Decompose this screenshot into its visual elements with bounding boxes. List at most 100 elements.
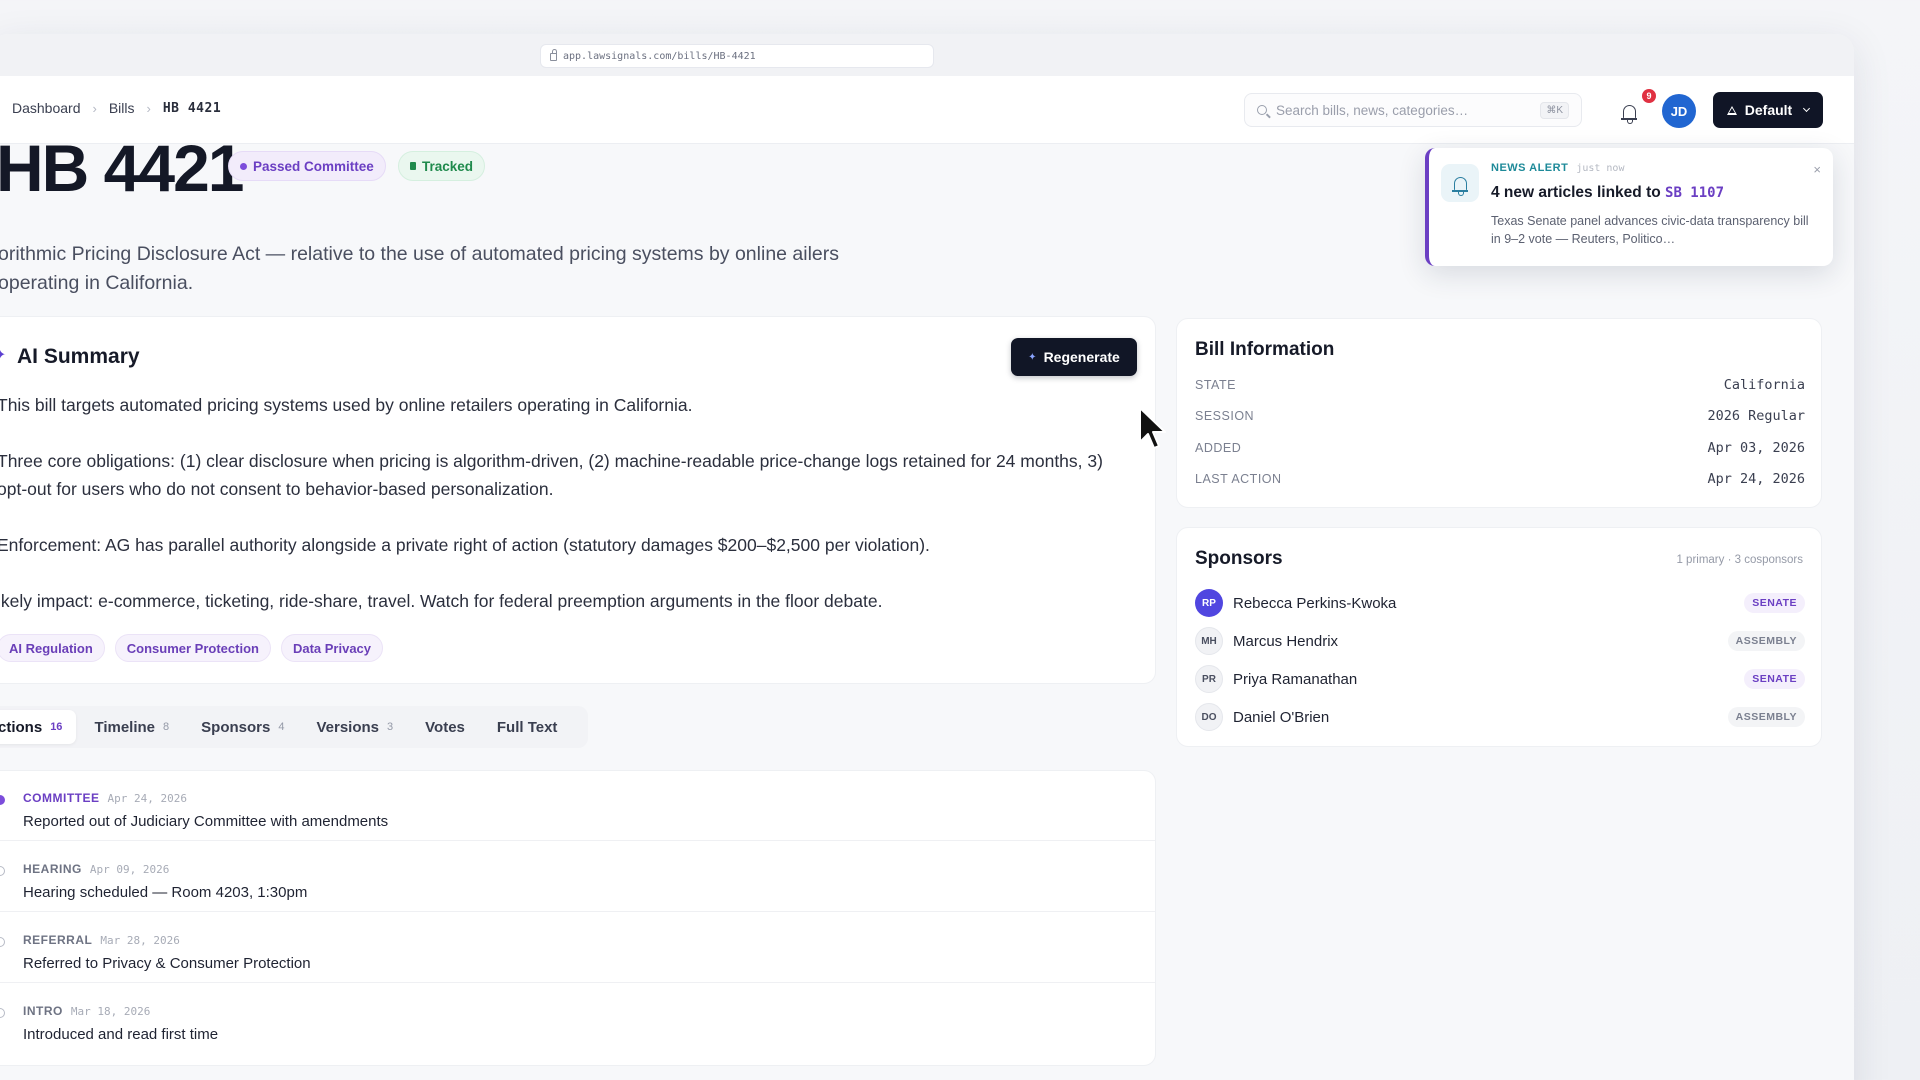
action-text: Referred to Privacy & Consumer Protectio… (23, 955, 311, 972)
address-bar[interactable]: app.lawsignals.com/bills/HB-4421 (540, 44, 934, 68)
chamber-badge: SENATE (1744, 593, 1805, 613)
summary-paragraph: This bill targets automated pricing syst… (0, 395, 693, 415)
tab-label: Full Text (496, 718, 558, 736)
tag-ai-regulation[interactable]: AI Regulation (0, 634, 105, 662)
tab-timeline[interactable]: Timeline 8 (80, 710, 183, 744)
info-row: LAST ACTION Apr 24, 2026 (1195, 471, 1805, 487)
close-icon[interactable]: × (1813, 162, 1821, 177)
url-text: app.lawsignals.com/bills/HB-4421 (563, 50, 756, 62)
list-item[interactable]: HEARING Apr 09, 2026 Hearing scheduled —… (0, 842, 1155, 912)
bell-icon (1620, 104, 1637, 124)
ai-summary-body: This bill targets automated pricing syst… (0, 391, 1127, 643)
tracked-label: Tracked (422, 158, 474, 174)
status-badge: Passed Committee (228, 151, 386, 181)
lock-icon (550, 49, 557, 61)
action-date: Mar 28, 2026 (100, 933, 180, 947)
sponsors-summary: 1 primary · 3 cosponsors (1676, 554, 1803, 566)
regenerate-label: Regenerate (1043, 349, 1120, 365)
summary-paragraph: Enforcement: AG has parallel authority a… (0, 535, 930, 555)
ai-summary-title: AI Summary (17, 345, 140, 368)
sponsor-row[interactable]: MH Marcus Hendrix ASSEMBLY (1195, 626, 1805, 656)
info-row: ADDED Apr 03, 2026 (1195, 440, 1805, 456)
ai-summary-card: AI Summary ✦ Regenerate This bill target… (0, 316, 1156, 684)
sponsor-name: Priya Ramanathan (1233, 670, 1358, 688)
workspace-switcher-button[interactable]: Default (1713, 92, 1823, 128)
sponsor-row[interactable]: RP Rebecca Perkins-Kwoka SENATE (1195, 588, 1805, 618)
actions-list: COMMITTEE Apr 24, 2026 Reported out of J… (0, 770, 1156, 1066)
info-value: Apr 03, 2026 (1707, 440, 1805, 456)
info-value: California (1723, 377, 1805, 393)
sponsor-row[interactable]: DO Daniel O'Brien ASSEMBLY (1195, 702, 1805, 732)
action-date: Apr 09, 2026 (89, 862, 170, 876)
chamber-badge: SENATE (1744, 669, 1805, 689)
news-alert-toast[interactable]: NEWS ALERT just now 4 new articles linke… (1425, 148, 1833, 266)
tab-count: 4 (278, 721, 285, 733)
tab-label: Versions (316, 718, 380, 736)
chamber-badge: ASSEMBLY (1727, 707, 1805, 727)
chevron-right-icon: › (92, 100, 97, 116)
regenerate-button[interactable]: ✦ Regenerate (1011, 338, 1137, 376)
tab-count: 3 (387, 721, 394, 733)
tab-label: ctions (0, 718, 43, 736)
tab-label: Sponsors (201, 718, 271, 736)
toast-title-text: 4 new articles linked to (1491, 184, 1661, 201)
list-item[interactable]: INTRO Mar 18, 2026 Introduced and read f… (0, 984, 1155, 1054)
info-key: ADDED (1195, 441, 1242, 455)
top-bar: Dashboard › Bills › HB 4421 ⌘K 9 JD Defa… (0, 76, 1854, 144)
tab-actions[interactable]: ctions 16 (0, 710, 77, 744)
ai-summary-header: AI Summary (0, 345, 140, 369)
bell-icon (1451, 176, 1468, 196)
sponsor-name: Rebecca Perkins-Kwoka (1233, 594, 1397, 612)
toast-icon-wrap (1441, 164, 1479, 202)
search-icon (1257, 105, 1267, 115)
info-row: SESSION 2026 Regular (1195, 408, 1805, 424)
avatar: DO (1195, 703, 1223, 731)
tab-votes[interactable]: Votes (411, 710, 479, 744)
action-kind: REFERRAL (23, 933, 93, 947)
info-key: SESSION (1195, 409, 1255, 423)
breadcrumb-dashboard[interactable]: Dashboard (12, 100, 81, 116)
detail-tabs: ctions 16 Timeline 8 Sponsors 4 Versions… (0, 706, 588, 748)
info-row: STATE California (1195, 377, 1805, 393)
action-kind: HEARING (23, 862, 82, 876)
bookmark-icon (410, 162, 416, 170)
toast-body: Texas Senate panel advances civic-data t… (1491, 214, 1809, 246)
timeline-dot-icon (0, 795, 5, 805)
list-item[interactable]: COMMITTEE Apr 24, 2026 Reported out of J… (0, 771, 1155, 841)
notifications-button[interactable] (1612, 94, 1646, 128)
action-text: Hearing scheduled — Room 4203, 1:30pm (23, 884, 308, 901)
tab-full-text[interactable]: Full Text (483, 710, 572, 744)
tag-data-privacy[interactable]: Data Privacy (280, 634, 384, 662)
action-text: Reported out of Judiciary Committee with… (23, 813, 389, 830)
sponsor-row[interactable]: PR Priya Ramanathan SENATE (1195, 664, 1805, 694)
toast-time: just now (1576, 162, 1625, 174)
info-key: LAST ACTION (1195, 472, 1282, 486)
action-date: Apr 24, 2026 (107, 791, 187, 805)
bill-information-card: Bill Information STATE California SESSIO… (1176, 318, 1822, 508)
chevron-down-icon (1803, 104, 1811, 113)
bill-information-title: Bill Information (1195, 339, 1335, 360)
tracked-badge[interactable]: Tracked (398, 151, 486, 181)
toast-label: NEWS ALERT just now (1491, 162, 1624, 174)
action-kind: COMMITTEE (23, 791, 100, 805)
breadcrumb-bills[interactable]: Bills (109, 100, 135, 116)
info-value: Apr 24, 2026 (1707, 471, 1805, 487)
tag-consumer-protection[interactable]: Consumer Protection (114, 634, 271, 662)
sponsors-title: Sponsors (1195, 548, 1283, 569)
tab-sponsors[interactable]: Sponsors 4 (187, 710, 298, 744)
timeline-dot-icon (0, 937, 5, 947)
sparkle-icon (0, 345, 9, 365)
search-box[interactable]: ⌘K (1244, 93, 1582, 127)
avatar: MH (1195, 627, 1223, 655)
info-key: STATE (1195, 378, 1236, 392)
toast-bill-link[interactable]: SB 1107 (1665, 185, 1724, 201)
avatar: PR (1195, 665, 1223, 693)
list-item[interactable]: REFERRAL Mar 28, 2026 Referred to Privac… (0, 913, 1155, 983)
tab-versions[interactable]: Versions 3 (302, 710, 407, 744)
action-date: Mar 18, 2026 (70, 1004, 151, 1018)
user-avatar[interactable]: JD (1662, 94, 1696, 128)
summary-paragraph: ikely impact: e-commerce, ticketing, rid… (0, 591, 883, 611)
sponsor-name: Marcus Hendrix (1233, 632, 1339, 650)
breadcrumb-current: HB 4421 (162, 100, 222, 116)
search-input[interactable] (1276, 102, 1532, 118)
